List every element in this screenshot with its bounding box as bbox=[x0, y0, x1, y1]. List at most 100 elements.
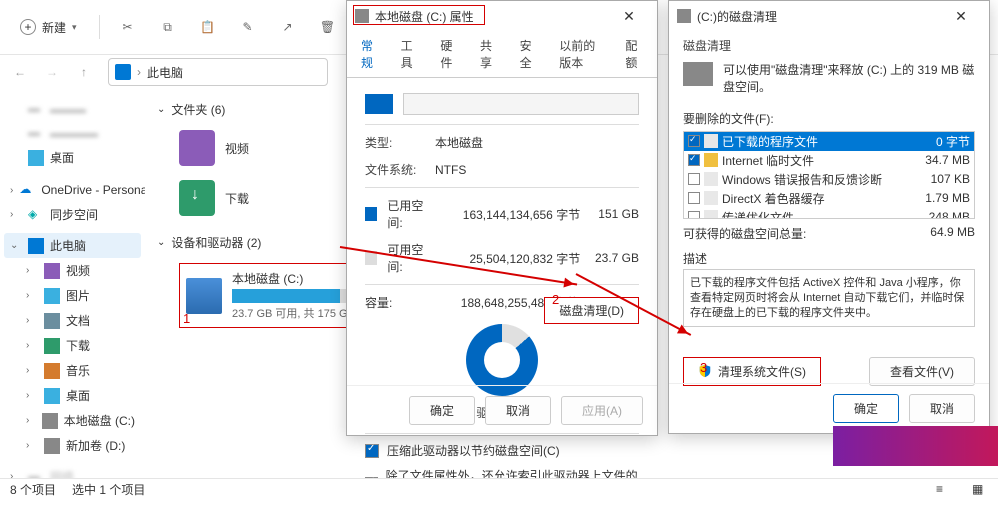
file-size: 248 MB bbox=[910, 210, 970, 219]
tile-videos[interactable]: 视频 bbox=[179, 130, 249, 166]
music-icon bbox=[44, 363, 60, 379]
used-color bbox=[365, 207, 377, 221]
sidebar: ▬▬▬▬ ▬▬▬▬▬ 桌面 ›☁OneDrive - Personal ›◈同步… bbox=[0, 89, 145, 481]
file-list-row[interactable]: Windows 错误报告和反馈诊断 107 KB bbox=[684, 170, 974, 189]
annotation-2: 2 bbox=[552, 292, 559, 307]
checkbox[interactable] bbox=[688, 173, 700, 185]
tab-sharing[interactable]: 共享 bbox=[470, 31, 508, 77]
delete-files-label: 要删除的文件(F): bbox=[683, 104, 975, 131]
view-files-button[interactable]: 查看文件(V) bbox=[869, 357, 975, 386]
pc-icon bbox=[28, 238, 44, 254]
sidebar-onedrive[interactable]: ›☁OneDrive - Personal bbox=[4, 178, 141, 202]
desc-text: 已下载的程序文件包括 ActiveX 控件和 Java 小程序，你查看特定网页时… bbox=[683, 269, 975, 327]
checkbox[interactable] bbox=[688, 135, 700, 147]
new-button[interactable]: + 新建 ▾ bbox=[10, 11, 87, 43]
cancel-button[interactable]: 取消 bbox=[485, 396, 551, 425]
view-tiles-icon[interactable]: ▦ bbox=[972, 482, 988, 498]
tab-tools[interactable]: 工具 bbox=[391, 31, 429, 77]
file-icon bbox=[704, 172, 718, 186]
sidebar-desktop2[interactable]: ›桌面 bbox=[4, 383, 141, 408]
sidebar-drive-c[interactable]: ›本地磁盘 (C:) bbox=[4, 408, 141, 433]
checkbox[interactable] bbox=[688, 192, 700, 204]
drive-icon bbox=[365, 94, 393, 114]
status-items: 8 个项目 bbox=[10, 481, 56, 498]
back-button[interactable]: ← bbox=[6, 58, 34, 86]
file-size: 34.7 MB bbox=[910, 153, 970, 167]
drive-c-tile[interactable]: 本地磁盘 (C:) 23.7 GB 可用, 共 175 GB bbox=[179, 263, 364, 328]
file-size: 1.79 MB bbox=[910, 191, 970, 205]
rename-icon[interactable]: ✎ bbox=[232, 11, 264, 43]
file-list-row[interactable]: 已下载的程序文件0 字节 bbox=[684, 132, 974, 151]
video-icon bbox=[179, 130, 215, 166]
delete-icon[interactable]: 🗑 bbox=[312, 11, 344, 43]
apply-button[interactable]: 应用(A) bbox=[561, 396, 643, 425]
new-label: 新建 bbox=[42, 19, 66, 36]
status-bar: 8 个项目 选中 1 个项目 ≡ ▦ bbox=[0, 478, 998, 500]
picture-icon bbox=[44, 288, 60, 304]
sidebar-videos[interactable]: ›视频 bbox=[4, 258, 141, 283]
file-name: 已下载的程序文件 bbox=[722, 133, 906, 150]
close-button[interactable]: ✕ bbox=[941, 8, 981, 25]
drive-name: 本地磁盘 (C:) bbox=[232, 270, 357, 287]
sidebar-desktop[interactable]: 桌面 bbox=[4, 145, 141, 170]
checkbox[interactable] bbox=[688, 154, 700, 166]
file-name: DirectX 着色器缓存 bbox=[722, 190, 906, 207]
paste-icon[interactable]: 📋 bbox=[192, 11, 224, 43]
cleanup-intro: 可以使用"磁盘清理"来释放 (C:) 上的 319 MB 磁盘空间。 bbox=[723, 62, 975, 96]
address-bar[interactable]: › 此电脑 bbox=[108, 58, 328, 86]
tab-hardware[interactable]: 硬件 bbox=[430, 31, 468, 77]
file-list[interactable]: 已下载的程序文件0 字节Internet 临时文件34.7 MBWindows … bbox=[683, 131, 975, 219]
file-name: Windows 错误报告和反馈诊断 bbox=[722, 171, 906, 188]
desc-label: 描述 bbox=[683, 248, 975, 269]
file-list-row[interactable]: 传递优化文件248 MB bbox=[684, 208, 974, 219]
annotation-3: 3 bbox=[700, 360, 707, 375]
sidebar-sync[interactable]: ›◈同步空间 bbox=[4, 202, 141, 227]
ok-button[interactable]: 确定 bbox=[833, 394, 899, 423]
sidebar-downloads[interactable]: ›下载 bbox=[4, 333, 141, 358]
sidebar-drive-d[interactable]: ›新加卷 (D:) bbox=[4, 433, 141, 458]
pc-icon bbox=[115, 64, 131, 80]
chevron-down-icon: ▾ bbox=[72, 22, 77, 33]
file-list-row[interactable]: DirectX 着色器缓存 1.79 MB bbox=[684, 189, 974, 208]
copy-icon[interactable]: ⧉ bbox=[152, 11, 184, 43]
checkbox[interactable] bbox=[688, 211, 700, 219]
gain-value: 64.9 MB bbox=[930, 225, 975, 242]
drive-icon bbox=[683, 62, 713, 86]
desktop-icon bbox=[28, 150, 44, 166]
cut-icon[interactable]: ✂ bbox=[112, 11, 144, 43]
forward-button[interactable]: → bbox=[38, 58, 66, 86]
sidebar-thispc[interactable]: ⌄此电脑 bbox=[4, 233, 141, 258]
up-button[interactable]: ↑ bbox=[70, 58, 98, 86]
video-icon bbox=[44, 263, 60, 279]
drive-icon bbox=[677, 9, 691, 23]
drive-icon bbox=[42, 413, 58, 429]
status-selection: 选中 1 个项目 bbox=[72, 481, 145, 498]
dialog-title: (C:)的磁盘清理 bbox=[697, 8, 935, 25]
annotation-box-title bbox=[353, 5, 485, 25]
sidebar-pictures[interactable]: ›图片 bbox=[4, 283, 141, 308]
cancel-button[interactable]: 取消 bbox=[909, 394, 975, 423]
cleanup-section-label: 磁盘清理 bbox=[683, 37, 975, 54]
tab-general[interactable]: 常规 bbox=[351, 31, 389, 77]
file-size: 107 KB bbox=[910, 172, 970, 186]
compress-label: 压缩此驱动器以节约磁盘空间(C) bbox=[387, 442, 560, 459]
tabs: 常规 工具 硬件 共享 安全 以前的版本 配额 bbox=[347, 31, 657, 78]
tab-prev[interactable]: 以前的版本 bbox=[549, 31, 613, 77]
compress-checkbox[interactable] bbox=[365, 444, 379, 458]
tab-quota[interactable]: 配额 bbox=[615, 31, 653, 77]
gain-label: 可获得的磁盘空间总量: bbox=[683, 225, 806, 242]
sidebar-documents[interactable]: ›文档 bbox=[4, 308, 141, 333]
tab-security[interactable]: 安全 bbox=[510, 31, 548, 77]
ok-button[interactable]: 确定 bbox=[409, 396, 475, 425]
share-icon[interactable]: ↗ bbox=[272, 11, 304, 43]
tile-downloads[interactable]: ↓下载 bbox=[179, 180, 249, 216]
file-size: 0 字节 bbox=[910, 133, 970, 150]
drive-label-input[interactable] bbox=[403, 93, 639, 115]
file-list-row[interactable]: Internet 临时文件34.7 MB bbox=[684, 151, 974, 170]
sidebar-music[interactable]: ›音乐 bbox=[4, 358, 141, 383]
view-details-icon[interactable]: ≡ bbox=[936, 482, 952, 498]
file-icon bbox=[704, 191, 718, 205]
close-button[interactable]: ✕ bbox=[609, 8, 649, 25]
drive-usage-bar bbox=[232, 289, 357, 303]
disk-cleanup-dialog: (C:)的磁盘清理 ✕ 磁盘清理 可以使用"磁盘清理"来释放 (C:) 上的 3… bbox=[668, 0, 990, 434]
